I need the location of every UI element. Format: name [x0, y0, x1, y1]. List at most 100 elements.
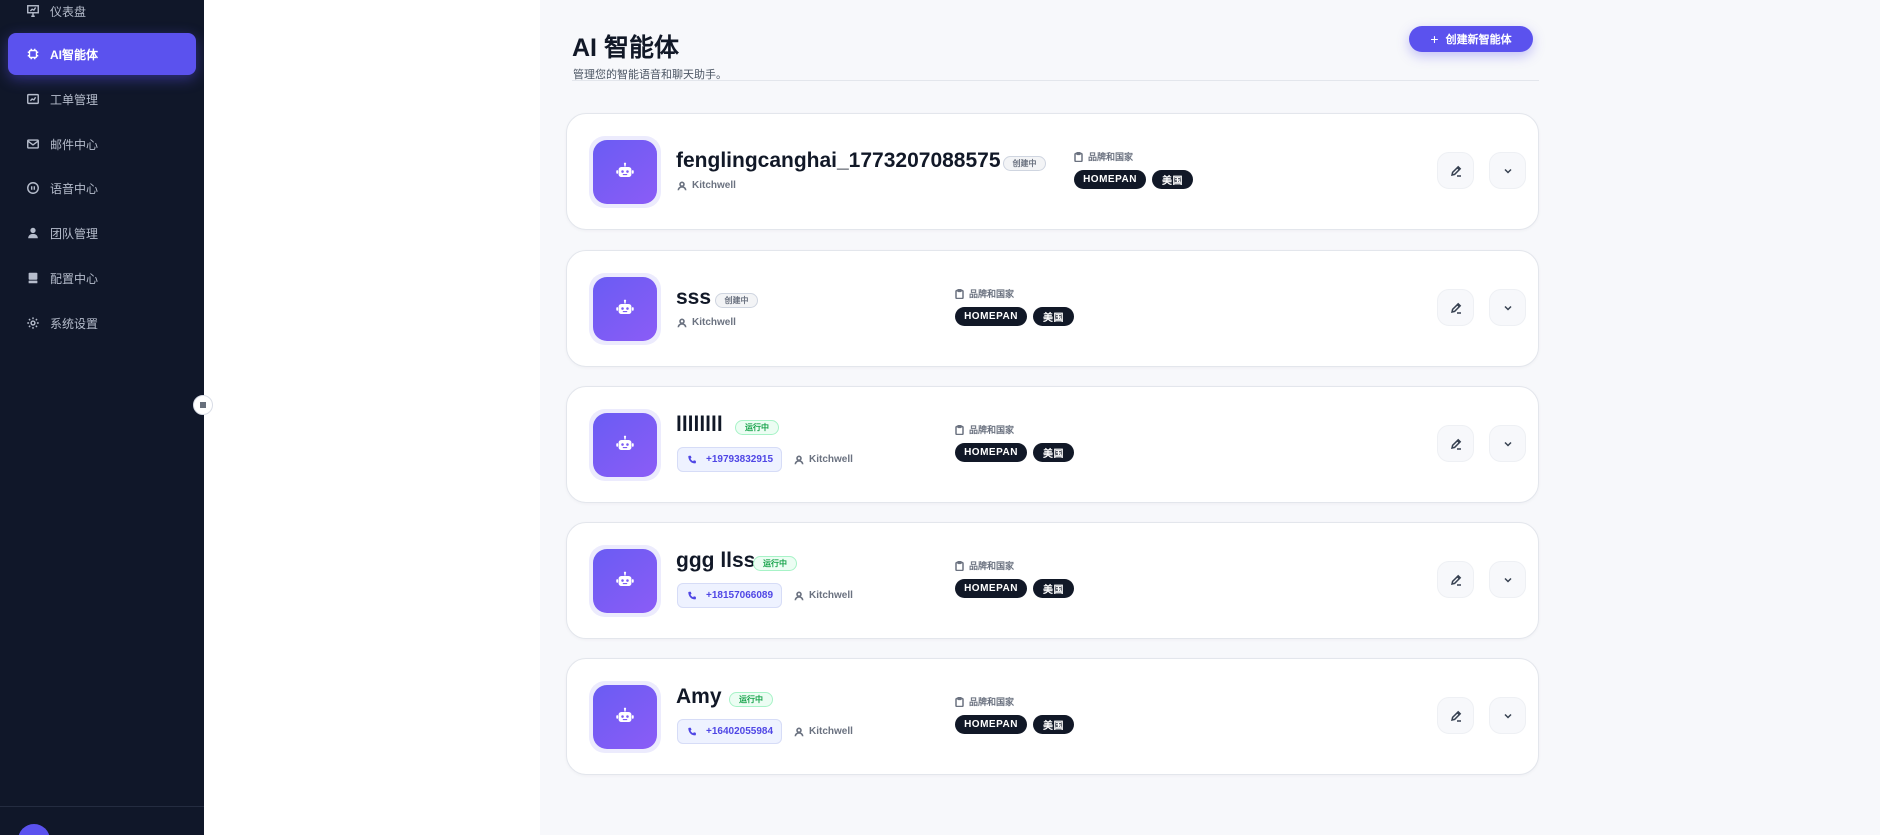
- agent-name: Amy: [676, 685, 722, 708]
- country-tag: 美国: [1033, 579, 1074, 598]
- phone-number[interactable]: +16402055984: [677, 719, 783, 744]
- content-gutter: [204, 0, 540, 835]
- clipboard-icon: [955, 288, 964, 299]
- plus-icon: +: [1430, 31, 1439, 47]
- owner-text: Kitchwell: [692, 317, 736, 328]
- robot-icon: [616, 707, 634, 723]
- pencil-icon: [1450, 165, 1461, 177]
- agent-card: sss 创建中 Kitchwell 品牌和国家 HOMEPAN 美国: [566, 250, 1539, 367]
- agent-owner: Kitchwell: [677, 317, 736, 328]
- phone-number[interactable]: +19793832915: [677, 447, 783, 472]
- brand-tag: HOMEPAN: [955, 579, 1027, 598]
- status-badge: 运行中: [729, 692, 773, 707]
- status-badge: 创建中: [1003, 156, 1046, 171]
- agent-avatar: [589, 681, 661, 753]
- status-badge: 运行中: [753, 556, 797, 571]
- chevron-down-icon: [1503, 305, 1512, 311]
- country-tag: 美国: [1033, 443, 1074, 462]
- voice-icon: [27, 182, 39, 194]
- owner-text: Kitchwell: [692, 180, 736, 191]
- user-icon: [794, 726, 804, 736]
- expand-button[interactable]: [1489, 561, 1526, 598]
- sidebar-item-label: 邮件中心: [50, 137, 99, 152]
- agent-card: Amy 运行中 +16402055984 Kitchwell 品牌和国家 HOM…: [566, 658, 1539, 775]
- brand-label-text: 品牌和国家: [969, 289, 1015, 299]
- brand-tag: HOMEPAN: [1074, 170, 1146, 189]
- edit-button[interactable]: [1437, 425, 1474, 462]
- agent-name: ggg llss: [676, 549, 756, 572]
- sidebar-item-tickets[interactable]: 工单管理: [8, 78, 196, 120]
- country-tag: 美国: [1033, 307, 1074, 326]
- country-tag: 美国: [1152, 170, 1193, 189]
- sidebar-item-team[interactable]: 团队管理: [8, 212, 196, 254]
- server-icon: [28, 272, 38, 284]
- sidebar-item-label: 团队管理: [50, 226, 99, 241]
- page-title: AI 智能体: [572, 34, 679, 62]
- chevron-down-icon: [1503, 441, 1512, 447]
- clipboard-icon: [955, 424, 964, 435]
- phone-text: +18157066089: [706, 590, 774, 601]
- sidebar-collapse-button[interactable]: [193, 395, 213, 415]
- brand-country-label: 品牌和国家: [955, 695, 1014, 708]
- brand-tag: HOMEPAN: [955, 715, 1027, 734]
- brand-label-text: 品牌和国家: [969, 561, 1015, 571]
- edit-button[interactable]: [1437, 561, 1474, 598]
- create-agent-label: 创建新智能体: [1445, 34, 1512, 46]
- user-icon: [794, 590, 804, 600]
- edit-button[interactable]: [1437, 289, 1474, 326]
- agent-card: ggg llss 运行中 +18157066089 Kitchwell 品牌和国…: [566, 522, 1539, 639]
- phone-text: +19793832915: [706, 454, 774, 465]
- sidebar-item-label: 工单管理: [50, 92, 99, 107]
- user-icon: [28, 227, 38, 239]
- chevron-down-icon: [1503, 713, 1512, 719]
- create-agent-button[interactable]: + 创建新智能体: [1409, 26, 1533, 52]
- pencil-icon: [1450, 438, 1461, 450]
- edit-button[interactable]: [1437, 152, 1474, 189]
- clipboard-icon: [955, 560, 964, 571]
- expand-button[interactable]: [1489, 152, 1526, 189]
- chevron-down-icon: [1503, 577, 1512, 583]
- expand-button[interactable]: [1489, 289, 1526, 326]
- phone-text: +16402055984: [706, 726, 774, 737]
- agent-avatar: [589, 545, 661, 617]
- brand-label-text: 品牌和国家: [969, 697, 1015, 707]
- agent-name: fenglingcanghai_1773207088575: [676, 149, 1001, 172]
- robot-icon: [616, 571, 634, 587]
- gear-icon: [27, 317, 39, 329]
- avatar[interactable]: [18, 824, 50, 835]
- sidebar-item-label: 系统设置: [50, 316, 99, 331]
- sidebar-item-config[interactable]: 配置中心: [8, 257, 196, 299]
- chip-icon: [27, 48, 39, 60]
- expand-button[interactable]: [1489, 425, 1526, 462]
- brand-country-label: 品牌和国家: [955, 423, 1014, 436]
- chevron-down-icon: [1503, 168, 1512, 174]
- sidebar-item-dashboard[interactable]: 仪表盘: [8, 0, 196, 32]
- brand-label-text: 品牌和国家: [1088, 152, 1134, 162]
- pencil-icon: [1450, 574, 1461, 586]
- user-icon: [677, 317, 687, 327]
- sidebar-item-label: 配置中心: [50, 271, 99, 286]
- sidebar-item-voice[interactable]: 语音中心: [8, 167, 196, 209]
- clipboard-icon: [1074, 151, 1083, 162]
- sidebar-item-mail[interactable]: 邮件中心: [8, 123, 196, 165]
- sidebar-item-ai-agents[interactable]: AI智能体: [8, 33, 196, 75]
- presentation-chart-icon: [27, 5, 39, 17]
- agent-avatar: [589, 136, 661, 208]
- agent-owner: Kitchwell: [677, 180, 736, 191]
- brand-label-text: 品牌和国家: [969, 425, 1015, 435]
- agent-avatar: [589, 409, 661, 481]
- agent-card: fenglingcanghai_1773207088575 创建中 Kitchw…: [566, 113, 1539, 230]
- sidebar-item-label: 语音中心: [50, 181, 99, 196]
- country-tag: 美国: [1033, 715, 1074, 734]
- sidebar-item-settings[interactable]: 系统设置: [8, 302, 196, 344]
- agent-card: llllllll 运行中 +19793832915 Kitchwell 品牌和国…: [566, 386, 1539, 503]
- user-icon: [677, 180, 687, 190]
- status-badge: 运行中: [735, 420, 779, 435]
- expand-button[interactable]: [1489, 697, 1526, 734]
- header-divider: [572, 80, 1539, 81]
- robot-icon: [616, 162, 634, 178]
- phone-number[interactable]: +18157066089: [677, 583, 783, 608]
- agent-owner: Kitchwell: [794, 726, 853, 737]
- edit-button[interactable]: [1437, 697, 1474, 734]
- sidebar-divider: [0, 806, 204, 807]
